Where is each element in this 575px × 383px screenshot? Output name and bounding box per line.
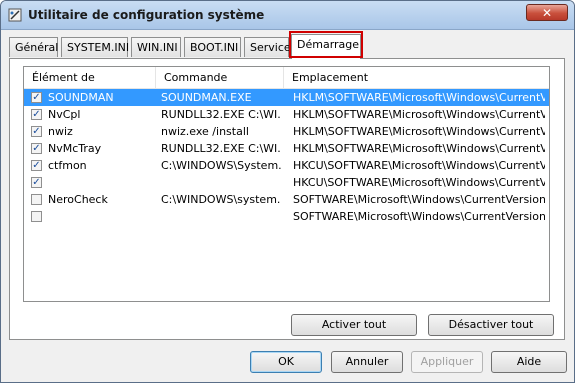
enable-all-button[interactable]: Activer tout [291,314,417,336]
close-button[interactable]: ✕ [526,4,568,21]
startup-checkbox[interactable]: ✓ [31,177,42,188]
window-title: Utilitaire de configuration système [28,8,265,22]
table-row[interactable]: ✓ SOUNDMAN SOUNDMAN.EXE HKLM\SOFTWARE\Micro… [24,89,549,106]
cell-item: nwiz [48,125,73,138]
tab-highlight-box [289,31,363,58]
cell-item: SOUNDMAN [48,91,114,104]
list-header: Élément de démarrage Commande Emplacemen… [24,67,549,105]
cell-command: SOUNDMAN.EXE [161,91,252,104]
tab-general[interactable]: Général [9,37,58,57]
startup-checkbox[interactable]: ✓ [31,143,42,154]
msconfig-app-icon [8,8,22,22]
column-header-item[interactable]: Élément de démarrage [24,67,156,105]
title-bar[interactable]: Utilitaire de configuration système ✕ [1,1,574,30]
cell-location: HKCU\SOFTWARE\Microsoft\Windows\CurrentV… [293,176,545,189]
column-header-command[interactable]: Commande [156,67,284,88]
column-header-location[interactable]: Emplacement [284,67,549,88]
startup-checkbox[interactable]: ✓ [31,160,42,171]
cell-location: HKLM\SOFTWARE\Microsoft\Windows\CurrentV… [293,91,545,104]
table-row[interactable]: ✓ HKCU\SOFTWARE\Microsoft\Windows\Current… [24,174,549,191]
disable-all-button[interactable]: Désactiver tout [428,314,554,336]
cell-item: NvMcTray [48,142,102,155]
table-row[interactable]: NeroCheck C:\WINDOWS\system... SOFTWARE\Mi… [24,191,549,208]
cell-location: HKLM\SOFTWARE\Microsoft\Windows\CurrentV… [293,108,545,121]
table-row[interactable]: ✓ nwiz nwiz.exe /install HKLM\SOFTWARE\Micr… [24,123,549,140]
cell-item: ctfmon [48,159,87,172]
tab-win-ini[interactable]: WIN.INI [131,37,181,57]
startup-checkbox[interactable]: ✓ [31,92,42,103]
tab-services[interactable]: Services [244,37,296,57]
cell-location: SOFTWARE\Microsoft\Windows\CurrentVersio… [293,193,545,206]
startup-checkbox[interactable]: ✓ [31,126,42,137]
startup-checkbox[interactable]: ✓ [31,109,42,120]
ok-button[interactable]: OK [250,351,322,373]
cell-location: SOFTWARE\Microsoft\Windows\CurrentVersio… [293,210,545,223]
cell-command: RUNDLL32.EXE C:\WI... [161,108,281,121]
table-row[interactable]: ✓ NvCpl RUNDLL32.EXE C:\WI... HKLM\SOFTWARE… [24,106,549,123]
cell-command: C:\WINDOWS\System... [161,159,281,172]
startup-checkbox[interactable] [31,194,42,205]
tab-system-ini[interactable]: SYSTEM.INI [61,37,129,57]
cell-command: C:\WINDOWS\system... [161,193,281,206]
cell-item: NvCpl [48,108,81,121]
cell-location: HKLM\SOFTWARE\Microsoft\Windows\CurrentV… [293,125,545,138]
cell-command: RUNDLL32.EXE C:\WI... [161,142,281,155]
tab-boot-ini[interactable]: BOOT.INI [184,37,241,57]
apply-button[interactable]: Appliquer [411,351,483,373]
help-button[interactable]: Aide [491,351,567,373]
cell-location: HKLM\SOFTWARE\Microsoft\Windows\CurrentV… [293,142,545,155]
cell-location: HKCU\SOFTWARE\Microsoft\Windows\CurrentV… [293,159,545,172]
close-icon: ✕ [541,6,553,20]
table-row[interactable]: ✓ NvMcTray RUNDLL32.EXE C:\WI... HKLM\SOFTW… [24,140,549,157]
startup-list[interactable]: Élément de démarrage Commande Emplacemen… [23,66,550,302]
table-row[interactable]: SOFTWARE\Microsoft\Windows\CurrentVersio… [24,208,549,225]
cell-item: NeroCheck [48,193,108,206]
system-config-window: Utilitaire de configuration système ✕ Gé… [0,0,575,383]
cancel-button[interactable]: Annuler [331,351,403,373]
cell-command: nwiz.exe /install [161,125,249,138]
startup-checkbox[interactable] [31,211,42,222]
table-row[interactable]: ✓ ctfmon C:\WINDOWS\System... HKCU\SOFTWARE… [24,157,549,174]
startup-panel: Élément de démarrage Commande Emplacemen… [9,58,565,340]
